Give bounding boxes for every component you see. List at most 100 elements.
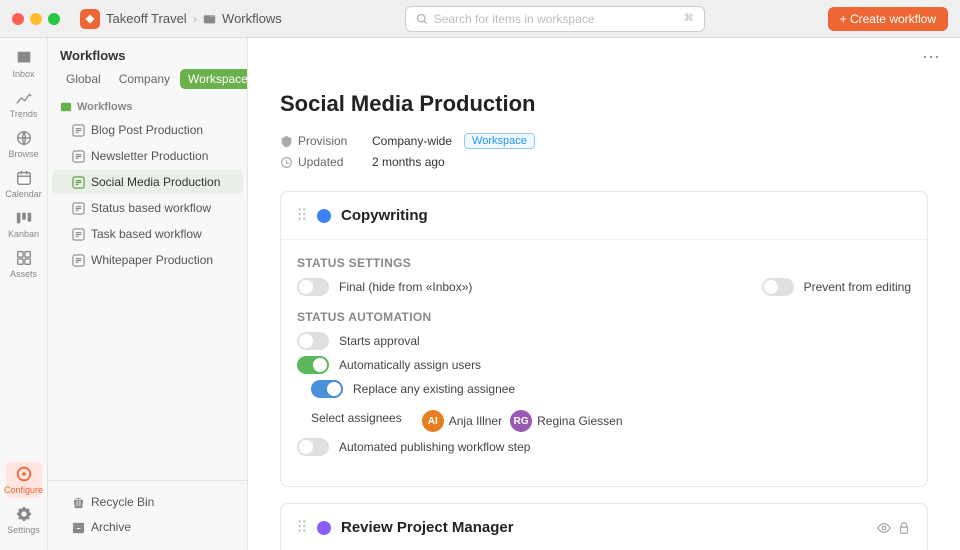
- updated-value: 2 months ago: [372, 155, 445, 169]
- final-row: Final (hide from «Inbox») Prevent from e…: [297, 278, 911, 296]
- starts-approval-row: Starts approval: [297, 332, 911, 350]
- sidebar-item-blog-post[interactable]: Blog Post Production: [52, 118, 243, 142]
- sidebar-item-status-based[interactable]: Status based workflow: [52, 196, 243, 220]
- create-workflow-button[interactable]: + Create workflow: [828, 7, 948, 31]
- page-title: Social Media Production: [280, 91, 928, 117]
- tab-global[interactable]: Global: [58, 69, 109, 89]
- tab-company[interactable]: Company: [111, 69, 178, 89]
- workflow-icon: [72, 202, 85, 215]
- assignee-anja: AI Anja Illner: [422, 410, 502, 432]
- more-options-button[interactable]: ···: [918, 46, 944, 67]
- provision-row: Provision Company-wide Workspace: [280, 133, 928, 149]
- stage-review-pm-header: Review Project Manager: [281, 504, 927, 550]
- drag-handle-review-pm[interactable]: [297, 518, 307, 537]
- select-assignees-row: Select assignees AI Anja Illner RG Regin…: [297, 404, 911, 432]
- sidebar-item-recycle-bin[interactable]: Recycle Bin: [52, 490, 243, 514]
- replace-toggle[interactable]: [311, 380, 343, 398]
- nav-settings[interactable]: Settings: [6, 502, 42, 538]
- workflow-icon: [72, 228, 85, 241]
- auto-publish-label: Automated publishing workflow step: [339, 440, 911, 454]
- auto-publish-toggle[interactable]: [297, 438, 329, 456]
- auto-assign-row: Automatically assign users: [297, 356, 911, 374]
- nav-kanban[interactable]: Kanban: [6, 206, 42, 242]
- nav-browse[interactable]: Browse: [6, 126, 42, 162]
- workspace-badge: Workspace: [464, 133, 535, 149]
- workflow-icon-active: [72, 176, 85, 189]
- final-toggle[interactable]: [297, 278, 329, 296]
- search-placeholder: Search for items in workspace: [434, 12, 595, 26]
- starts-approval-toggle[interactable]: [297, 332, 329, 350]
- traffic-lights: [12, 13, 60, 25]
- sidebar-item-archive[interactable]: Archive: [52, 515, 243, 539]
- sidebar-item-social-media-label: Social Media Production: [91, 175, 220, 189]
- nav-calendar[interactable]: Calendar: [6, 166, 42, 202]
- status-automation-label: Status automation: [297, 310, 911, 324]
- sidebar-tabs: Global Company Workspace: [48, 69, 247, 97]
- nav-browse-label: Browse: [8, 149, 38, 159]
- nav-configure-label: Configure: [4, 485, 43, 495]
- stage-body-copywriting: Status settings Final (hide from «Inbox»…: [281, 240, 927, 486]
- stage-copywriting: Copywriting Status settings Final (hide …: [280, 191, 928, 487]
- nav-trends[interactable]: Trends: [6, 86, 42, 122]
- provision-icon: [280, 135, 293, 148]
- replace-label: Replace any existing assignee: [353, 382, 911, 396]
- avatar-anja: AI: [422, 410, 444, 432]
- minimize-button[interactable]: [30, 13, 42, 25]
- lock-icon: [897, 521, 911, 535]
- workflow-icon: [72, 124, 85, 137]
- nav-assets-label: Assets: [10, 269, 37, 279]
- sidebar-item-whitepaper-label: Whitepaper Production: [91, 253, 213, 267]
- nav-inbox-label: Inbox: [12, 69, 34, 79]
- tab-workspace[interactable]: Workspace: [180, 69, 248, 89]
- search-area: Search for items in workspace ⌘: [290, 6, 820, 32]
- sidebar-item-blog-post-label: Blog Post Production: [91, 123, 203, 137]
- status-settings-label: Status settings: [297, 256, 911, 270]
- workflow-icon: [72, 254, 85, 267]
- breadcrumb-section[interactable]: Workflows: [222, 11, 282, 26]
- nav-icons: Inbox Trends Browse Calendar Kanban Asse…: [0, 38, 48, 550]
- replace-existing-row: Replace any existing assignee: [297, 380, 911, 398]
- prevent-toggle[interactable]: [762, 278, 794, 296]
- content-area: ··· Social Media Production Provision Co…: [248, 38, 960, 550]
- search-box[interactable]: Search for items in workspace ⌘: [405, 6, 705, 32]
- search-shortcut: ⌘: [684, 13, 694, 24]
- sidebar-title: Workflows: [48, 38, 247, 69]
- stage-review-pm: Review Project Manager Status settings F…: [280, 503, 928, 550]
- sidebar: Workflows Global Company Workspace Workf…: [48, 38, 248, 550]
- sidebar-item-newsletter-label: Newsletter Production: [91, 149, 208, 163]
- nav-inbox[interactable]: Inbox: [6, 46, 42, 82]
- assignees-row: AI Anja Illner RG Regina Giessen: [422, 410, 623, 432]
- auto-publish-row: Automated publishing workflow step: [297, 438, 911, 456]
- sidebar-bottom: Recycle Bin Archive: [48, 480, 247, 540]
- nav-assets[interactable]: Assets: [6, 246, 42, 282]
- sidebar-section-label: Workflows: [48, 97, 247, 117]
- stage-dot-copywriting: [317, 209, 331, 223]
- breadcrumb-org[interactable]: Takeoff Travel: [106, 11, 187, 26]
- auto-assign-label: Automatically assign users: [339, 358, 911, 372]
- sidebar-item-archive-label: Archive: [91, 520, 131, 534]
- stage-copywriting-header: Copywriting: [281, 192, 927, 240]
- archive-icon: [72, 521, 85, 534]
- starts-approval-label: Starts approval: [339, 334, 911, 348]
- main-layout: Inbox Trends Browse Calendar Kanban Asse…: [0, 38, 960, 550]
- sidebar-item-task-based[interactable]: Task based workflow: [52, 222, 243, 246]
- sidebar-item-whitepaper[interactable]: Whitepaper Production: [52, 248, 243, 272]
- sidebar-item-social-media[interactable]: Social Media Production: [52, 170, 243, 194]
- nav-configure[interactable]: Configure: [6, 462, 42, 498]
- updated-row: Updated 2 months ago: [280, 155, 928, 169]
- close-button[interactable]: [12, 13, 24, 25]
- recycle-bin-icon: [72, 496, 85, 509]
- status-settings-group: Status settings Final (hide from «Inbox»…: [297, 256, 911, 296]
- auto-assign-toggle[interactable]: [297, 356, 329, 374]
- maximize-button[interactable]: [48, 13, 60, 25]
- sidebar-item-recycle-bin-label: Recycle Bin: [91, 495, 154, 509]
- final-label: Final (hide from «Inbox»): [339, 280, 752, 294]
- avatar-regina: RG: [510, 410, 532, 432]
- workflow-icon: [72, 150, 85, 163]
- status-automation-group: Status automation Starts approval Automa…: [297, 310, 911, 456]
- sidebar-item-newsletter[interactable]: Newsletter Production: [52, 144, 243, 168]
- sidebar-item-task-based-label: Task based workflow: [91, 227, 202, 241]
- provision-label: Provision: [280, 134, 360, 148]
- drag-handle-copywriting[interactable]: [297, 206, 307, 225]
- app-icon: [80, 9, 100, 29]
